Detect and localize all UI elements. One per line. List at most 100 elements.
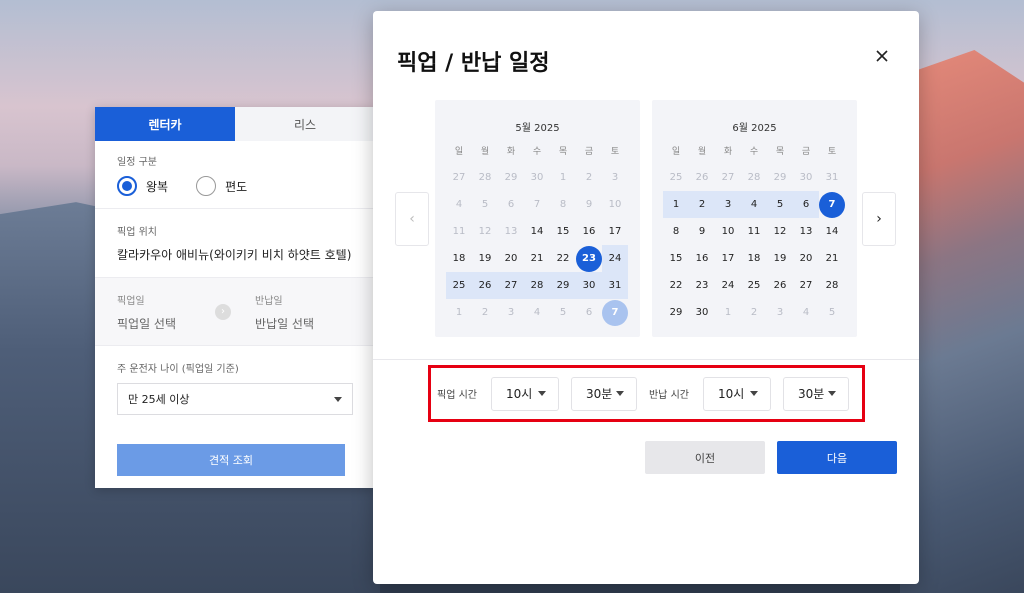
calendar-day[interactable]: 26 (472, 272, 498, 299)
calendar-day[interactable]: 28 (524, 272, 550, 299)
calendar-day[interactable]: 24 (715, 272, 741, 299)
calendar-day-number: 18 (747, 253, 761, 264)
radio-oneway[interactable]: 편도 (196, 176, 247, 196)
calendar-day[interactable]: 20 (793, 245, 819, 272)
calendar-day[interactable]: 22 (663, 272, 689, 299)
calendar-day-number: 19 (773, 253, 787, 264)
calendar-day[interactable]: 25 (446, 272, 472, 299)
pickup-minute-value: 30분 (585, 387, 613, 401)
calendar-day[interactable]: 14 (524, 218, 550, 245)
calendar-day[interactable]: 13 (793, 218, 819, 245)
calendar-day[interactable]: 21 (524, 245, 550, 272)
calendar-day[interactable]: 26 (767, 272, 793, 299)
calendar-day[interactable]: 24 (602, 245, 628, 272)
calendar-day-number: 1 (724, 307, 732, 318)
driver-age-label: 주 운전자 나이 (픽업일 기준) (117, 364, 239, 375)
calendar-day[interactable]: 19 (472, 245, 498, 272)
calendar-day[interactable]: 25 (741, 272, 767, 299)
pickup-hour-select[interactable]: 10시 (490, 376, 559, 411)
calendar-day[interactable]: 22 (550, 245, 576, 272)
calendar-day[interactable]: 14 (819, 218, 845, 245)
calendar-day[interactable]: 18 (446, 245, 472, 272)
calendar-day-number: 30 (799, 172, 813, 183)
calendar-day[interactable]: 30 (689, 299, 715, 326)
driver-age-section: 주 운전자 나이 (픽업일 기준) 만 25세 이상 (95, 346, 375, 427)
calendar-day[interactable]: 11 (741, 218, 767, 245)
next-button[interactable]: 다음 (777, 441, 897, 474)
calendar-day[interactable]: 3 (715, 191, 741, 218)
calendar-day[interactable]: 6 (793, 191, 819, 218)
chevron-left-icon: ‹ (409, 211, 415, 227)
return-hour-select[interactable]: 10시 (702, 376, 771, 411)
calendar-day[interactable]: 7 (602, 299, 628, 326)
calendar-day[interactable]: 5 (767, 191, 793, 218)
calendar-day[interactable]: 16 (689, 245, 715, 272)
calendar-day: 7 (524, 191, 550, 218)
calendar-day[interactable]: 9 (689, 218, 715, 245)
calendar-day[interactable]: 21 (819, 245, 845, 272)
calendar-day[interactable]: 20 (498, 245, 524, 272)
return-minute-select[interactable]: 30분 (782, 376, 849, 411)
prev-month-button[interactable]: ‹ (395, 192, 429, 246)
calendar-day[interactable]: 17 (715, 245, 741, 272)
weekday-label: 화 (723, 147, 733, 157)
time-selection-row: 픽업 시간 10시 30분 반납 시간 10시 30분 (428, 365, 865, 422)
tab-rentacar[interactable]: 렌터카 (95, 107, 235, 141)
return-date-field[interactable]: 반납일 반납일 선택 (255, 292, 353, 332)
arrow-right-icon: › (215, 303, 231, 320)
calendar-day[interactable]: 15 (550, 218, 576, 245)
pickup-hour-value: 10시 (505, 387, 533, 401)
calendar-day[interactable]: 2 (689, 191, 715, 218)
calendar-day-number: 27 (452, 172, 466, 183)
calendar-day[interactable]: 30 (576, 272, 602, 299)
calendar-day[interactable]: 16 (576, 218, 602, 245)
calendar-day-number: 21 (825, 253, 839, 264)
calendar-day[interactable]: 18 (741, 245, 767, 272)
calendar-day-number: 7 (819, 191, 845, 218)
calendar-day[interactable]: 23 (576, 245, 602, 272)
quote-button[interactable]: 견적 조회 (117, 444, 345, 476)
calendar-day[interactable]: 17 (602, 218, 628, 245)
weekday-label: 화 (506, 147, 516, 157)
pickup-location-section[interactable]: 픽업 위치 칼라카우아 애비뉴(와이키키 비치 하얏트 호텔) (95, 209, 375, 278)
pickup-minute-select[interactable]: 30분 (570, 376, 637, 411)
calendar-day[interactable]: 23 (689, 272, 715, 299)
trip-type-label: 일정 구분 (117, 157, 157, 168)
calendar-day[interactable]: 12 (767, 218, 793, 245)
close-icon[interactable] (873, 47, 891, 65)
pickup-date-label: 픽업일 (117, 295, 145, 307)
calendar-month-label: 6월 2025 (732, 123, 777, 134)
calendar-day[interactable]: 1 (663, 191, 689, 218)
calendar-day[interactable]: 29 (663, 299, 689, 326)
driver-age-select[interactable]: 만 25세 이상 (117, 383, 353, 415)
calendar-day: 8 (550, 191, 576, 218)
calendar-day-number: 21 (530, 253, 544, 264)
calendar-day[interactable]: 15 (663, 245, 689, 272)
calendar-day[interactable]: 27 (793, 272, 819, 299)
calendar-day[interactable]: 19 (767, 245, 793, 272)
calendar-day[interactable]: 8 (663, 218, 689, 245)
previous-button[interactable]: 이전 (645, 441, 765, 474)
calendar-day[interactable]: 27 (498, 272, 524, 299)
calendar-day[interactable]: 31 (602, 272, 628, 299)
calendar-day: 4 (446, 191, 472, 218)
tab-lease[interactable]: 리스 (235, 107, 375, 141)
radio-roundtrip[interactable]: 왕복 (117, 176, 168, 196)
calendar-day[interactable]: 29 (550, 272, 576, 299)
calendar-day[interactable]: 10 (715, 218, 741, 245)
calendar-day[interactable]: 28 (819, 272, 845, 299)
calendar-day[interactable]: 4 (741, 191, 767, 218)
chevron-down-icon (615, 391, 624, 396)
pickup-date-field[interactable]: 픽업일 픽업일 선택 (117, 292, 215, 332)
weekday-label: 금 (801, 147, 811, 157)
pickup-time-label: 픽업 시간 (437, 390, 477, 401)
calendar-day-number: 3 (611, 172, 619, 183)
calendar-day[interactable]: 7 (819, 191, 845, 218)
weekday-label: 일 (671, 147, 681, 157)
calendar-day-number: 28 (530, 280, 544, 291)
calendar-day-number: 24 (608, 253, 622, 264)
next-month-button[interactable]: › (862, 192, 896, 246)
calendar-day-number: 2 (698, 199, 706, 210)
weekday-header: 일월화수목금토 (663, 144, 857, 160)
calendar-day-number: 6 (507, 199, 515, 210)
